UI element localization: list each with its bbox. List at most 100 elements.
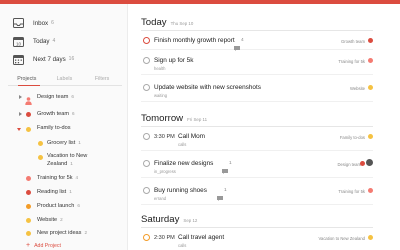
person-icon (25, 92, 32, 110)
project-label-line2: Zealand 1 (47, 161, 73, 167)
task-project-label: Family to-dos (339, 134, 365, 140)
day-title: Saturday (141, 214, 180, 225)
task-label: health (154, 66, 166, 71)
expand-arrow-icon[interactable] (19, 95, 22, 99)
task-title: Update website with new screenshots (154, 84, 261, 91)
project-label: Reading list 1 (37, 189, 72, 195)
project-label: Family to-dos (37, 125, 71, 131)
project-color-dot (26, 176, 31, 181)
project-color-dot (38, 141, 43, 146)
filter-today[interactable]: 10 Today 4 (12, 34, 122, 48)
task-checkbox[interactable] (143, 37, 150, 44)
task-project-dot (368, 188, 373, 193)
comment-icon[interactable] (217, 188, 223, 206)
project-label: Training for 5k 4 (37, 175, 79, 181)
task-project-label: Training for 5k (338, 58, 365, 64)
task-title: Call Mom (178, 133, 205, 140)
task-label: waiting (154, 93, 168, 98)
task-checkbox[interactable] (143, 84, 150, 91)
project-color-dot (26, 204, 31, 209)
sidebar: Inbox 6 10 Today 4 Next 7 days 16 Projec… (0, 4, 128, 250)
task-project-label: Training for 5k (338, 188, 365, 194)
plus-icon: + (26, 242, 31, 249)
task-checkbox[interactable] (143, 234, 150, 241)
task-project-label: Vacation to New Zealand (318, 235, 365, 241)
day-header-saturday: Saturday Sep 12 (141, 214, 373, 228)
task-title: Buy running shoes (154, 187, 207, 194)
task-title: Sign up for 5k (154, 57, 194, 64)
comment-icon[interactable] (222, 161, 228, 179)
task-project-label: Growth team (341, 38, 365, 44)
project-label: Product launch 6 (37, 203, 80, 209)
task-project-dot (368, 38, 373, 43)
active-tab-indicator (18, 85, 40, 86)
task-time: 3:30 PM (154, 133, 175, 140)
project-color-dot (26, 218, 31, 223)
calendar-today-icon: 10 (12, 35, 24, 47)
task-title: Call travel agent (178, 234, 225, 241)
task-label: errand (154, 196, 167, 201)
project-label: Grocery list 1 (47, 140, 81, 146)
svg-text:10: 10 (15, 41, 21, 46)
task-project-label: Design team (337, 161, 361, 167)
day-title: Today (141, 17, 167, 28)
project-color-dot (26, 127, 31, 132)
inbox-icon (12, 17, 24, 29)
filter-label: Next 7 days (33, 55, 66, 63)
collapse-arrow-icon[interactable] (17, 128, 21, 131)
tab-projects[interactable]: Projects (8, 74, 46, 85)
task-item[interactable]: Finalize new designs 1 in_progress Desig… (141, 157, 373, 178)
task-item[interactable]: Sign up for 5k health Training for 5k (141, 54, 373, 75)
task-project-dot (368, 58, 373, 63)
task-title: Finish monthly growth report (154, 37, 235, 44)
day-date: Thu Sep 10 (170, 21, 194, 26)
task-checkbox[interactable] (143, 57, 150, 64)
comment-count: 1 (229, 161, 232, 166)
filter-label: Inbox (33, 19, 49, 27)
day-header-today: Today Thu Sep 10 (141, 17, 373, 31)
comment-count: 1 (224, 188, 227, 193)
filter-count: 16 (68, 56, 75, 62)
task-item[interactable]: 2:30 PM Call travel agent calls Vacation… (141, 231, 373, 250)
expand-arrow-icon[interactable] (19, 112, 22, 116)
task-label: in_progress (154, 169, 176, 174)
comment-count: 4 (241, 38, 244, 43)
task-project-dot (368, 85, 373, 90)
task-item[interactable]: 3:30 PM Call Mom calls Family to-dos (141, 130, 373, 151)
project-color-dot (26, 190, 31, 195)
task-time: 2:30 PM (154, 234, 175, 241)
filter-inbox[interactable]: Inbox 6 (12, 16, 122, 30)
project-label: Website 2 (37, 217, 63, 223)
filter-count: 6 (51, 20, 54, 26)
task-item[interactable]: Finish monthly growth report 4 Growth te… (141, 34, 373, 51)
calendar-week-icon (12, 53, 24, 65)
task-item[interactable]: Update website with new screenshots wait… (141, 81, 373, 102)
task-project-dot (368, 235, 373, 240)
assignee-avatar[interactable] (366, 159, 373, 166)
filter-count: 4 (52, 38, 56, 44)
project-label: Design team 6 (37, 94, 74, 100)
main-content: Today Thu Sep 10 Finish monthly growth r… (130, 4, 400, 250)
task-item[interactable]: Buy running shoes 1 errand Training for … (141, 184, 373, 205)
filter-label: Today (33, 37, 50, 45)
day-header-tomorrow: Tomorrow Fri Sep 11 (141, 113, 373, 127)
project-color-dot (26, 231, 31, 236)
project-label: New project ideas 2 (37, 230, 88, 236)
project-label: Growth team 6 (37, 111, 75, 117)
project-color-dot (38, 155, 43, 160)
task-project-dot (360, 161, 365, 166)
day-title: Tomorrow (141, 113, 184, 124)
day-date: Fri Sep 11 (187, 117, 208, 122)
tab-labels[interactable]: Labels (46, 74, 84, 85)
task-label: calls (178, 142, 187, 147)
filter-next-7-days[interactable]: Next 7 days 16 (12, 52, 122, 66)
add-project-button[interactable]: + Add Project (26, 242, 61, 249)
task-title: Finalize new designs (154, 160, 214, 167)
task-checkbox[interactable] (143, 160, 150, 167)
task-project-dot (368, 134, 373, 139)
project-label: Vacation to New (47, 153, 88, 159)
tab-filters[interactable]: Filters (83, 74, 121, 85)
task-checkbox[interactable] (143, 187, 150, 194)
task-checkbox[interactable] (143, 133, 150, 140)
task-label: calls (178, 243, 187, 248)
